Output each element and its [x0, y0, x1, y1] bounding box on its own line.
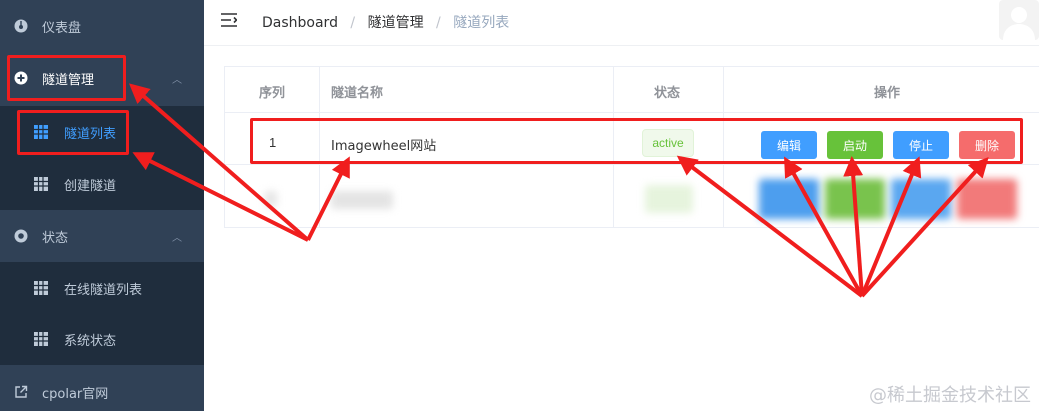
watermark: @稀土掘金技术社区: [869, 385, 1031, 406]
arrow: [860, 156, 922, 297]
arrow: [306, 156, 350, 241]
arrow: [860, 157, 989, 298]
arrow: [843, 156, 864, 297]
annotation-arrows: [128, 83, 989, 298]
arrow: [784, 156, 864, 297]
arrow: [676, 155, 864, 298]
